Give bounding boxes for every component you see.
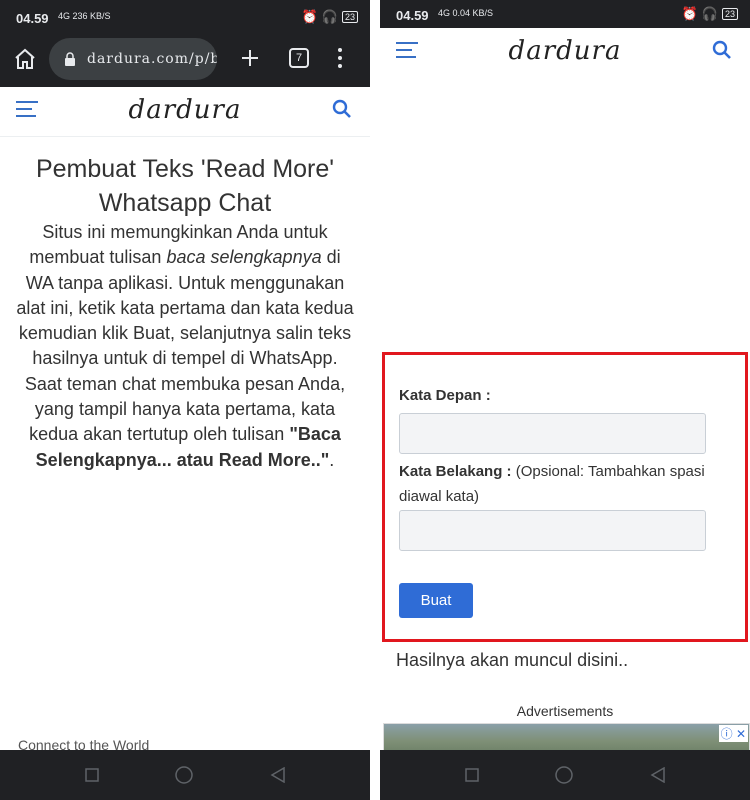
desc-part-2: di WA tanpa aplikasi. Untuk menggunakan … [16,247,354,445]
label-front-word: Kata Depan : [399,387,491,404]
label-front-text: Kata Depan : [399,387,491,404]
network-type: 4G [438,8,451,18]
article-description: Situs ini memungkinkan Anda untuk membua… [14,220,356,473]
add-tab-icon[interactable] [240,48,260,68]
label-back-text: Kata Belakang : [399,463,512,480]
headphones-icon: 🎧 [321,9,338,24]
tab-switcher-button[interactable]: 7 [289,48,309,68]
nav-back-icon[interactable] [270,767,286,783]
nav-back-icon[interactable] [650,767,666,783]
site-logo[interactable]: dardura [380,36,750,66]
lock-icon [65,52,75,66]
headphones-icon: 🎧 [701,6,718,21]
network-type: 4G [58,11,71,21]
home-icon[interactable] [13,47,37,71]
site-header: dardura [0,87,370,137]
nav-square-icon[interactable] [85,768,99,782]
nav-circle-icon[interactable] [555,766,573,784]
site-header: dardura [380,28,750,78]
desc-italic: baca selengkapnya [166,247,322,268]
nav-square-icon[interactable] [465,768,479,782]
status-bar: 04.59 4G 0.04 KB/S ⏰ 🎧 23 [380,0,750,28]
android-nav-bar [0,750,370,800]
ad-banner[interactable] [383,723,750,753]
left-screenshot: 04.59 4G 236 KB/S ⏰ 🎧 23 dardura.com/p/b… [0,0,370,800]
divider [370,0,380,800]
search-icon[interactable] [332,99,352,119]
article-content: Pembuat Teks 'Read More' Whatsapp Chat S… [14,152,356,473]
menu-dots-icon[interactable] [336,47,344,69]
result-text: Hasilnya akan muncul disini.. [396,650,629,670]
alarm-icon: ⏰ [681,6,698,21]
page-title: Pembuat Teks 'Read More' Whatsapp Chat [35,155,335,217]
android-nav-bar [380,750,750,800]
highlight-box: Kata Depan : Kata Belakang : (Opsional: … [382,352,748,642]
ad-close-icon[interactable]: ⓘ ✕ [718,725,748,742]
right-screenshot: 04.59 4G 0.04 KB/S ⏰ 🎧 23 dardura Kata D… [380,0,750,800]
desc-end: . [329,449,335,470]
battery-icon: 23 [341,11,358,23]
front-word-input[interactable] [399,413,706,454]
address-bar[interactable]: dardura.com/p/bu [49,38,217,80]
url-text: dardura.com/p/bu [87,51,217,67]
status-time: 04.59 [396,8,429,23]
network-indicator: 4G 236 KB/S [58,11,111,21]
network-speed: 0.04 KB/S [452,8,494,18]
network-speed: 236 KB/S [72,11,111,21]
back-word-input[interactable] [399,510,706,551]
status-icons: ⏰ 🎧 23 [302,9,358,25]
nav-circle-icon[interactable] [175,766,193,784]
search-icon[interactable] [712,40,732,60]
alarm-icon: ⏰ [301,9,318,24]
status-bar: 04.59 4G 236 KB/S ⏰ 🎧 23 [0,0,370,35]
network-indicator: 4G 0.04 KB/S [438,8,494,18]
status-icons: ⏰ 🎧 23 [682,6,738,22]
battery-icon: 23 [721,8,738,20]
create-button[interactable]: Buat [399,583,473,618]
site-logo[interactable]: dardura [0,95,370,125]
ads-label: Advertisements [516,703,614,719]
browser-toolbar: dardura.com/p/bu 7 [0,35,370,87]
label-back-word: Kata Belakang : (Opsional: Tambahkan spa… [399,459,719,509]
status-time: 04.59 [16,11,49,26]
